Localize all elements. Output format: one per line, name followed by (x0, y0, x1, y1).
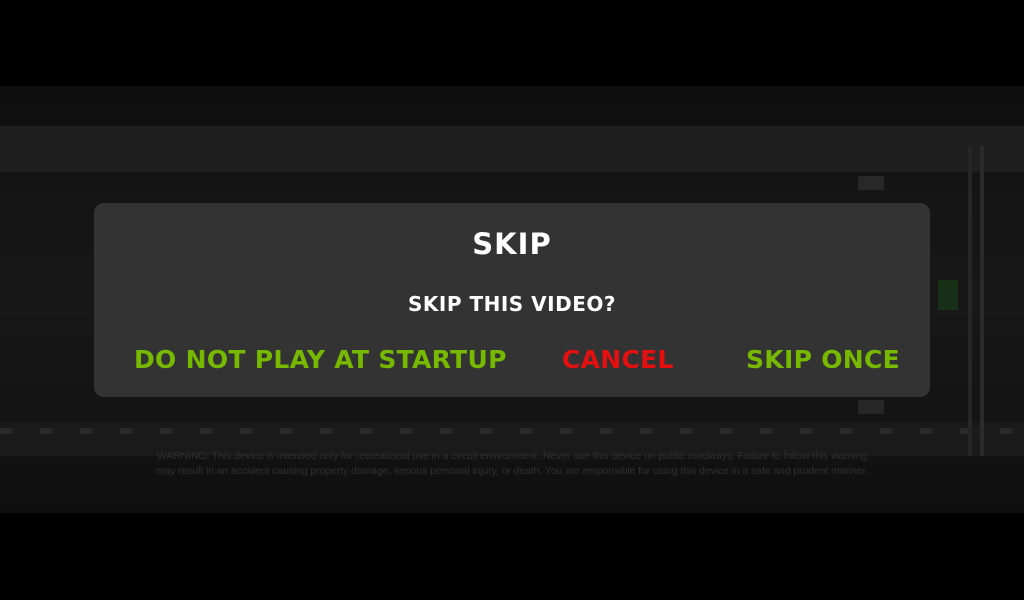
cancel-button[interactable]: CANCEL (562, 343, 674, 377)
skip-dialog: SKIP SKIP THIS VIDEO? DO NOT PLAY AT STA… (94, 203, 930, 397)
background-green-light (938, 280, 958, 310)
dialog-message: SKIP THIS VIDEO? (408, 292, 616, 316)
background-pole (980, 146, 984, 456)
background-structure (0, 126, 1024, 172)
background-pole (968, 146, 972, 456)
do-not-play-at-startup-button[interactable]: DO NOT PLAY AT STARTUP (134, 343, 507, 377)
skip-once-button[interactable]: SKIP ONCE (746, 343, 900, 377)
dialog-title: SKIP (472, 227, 552, 261)
warning-text: WARNING: This device is intended only fo… (155, 450, 869, 477)
background-rail (0, 428, 1024, 434)
